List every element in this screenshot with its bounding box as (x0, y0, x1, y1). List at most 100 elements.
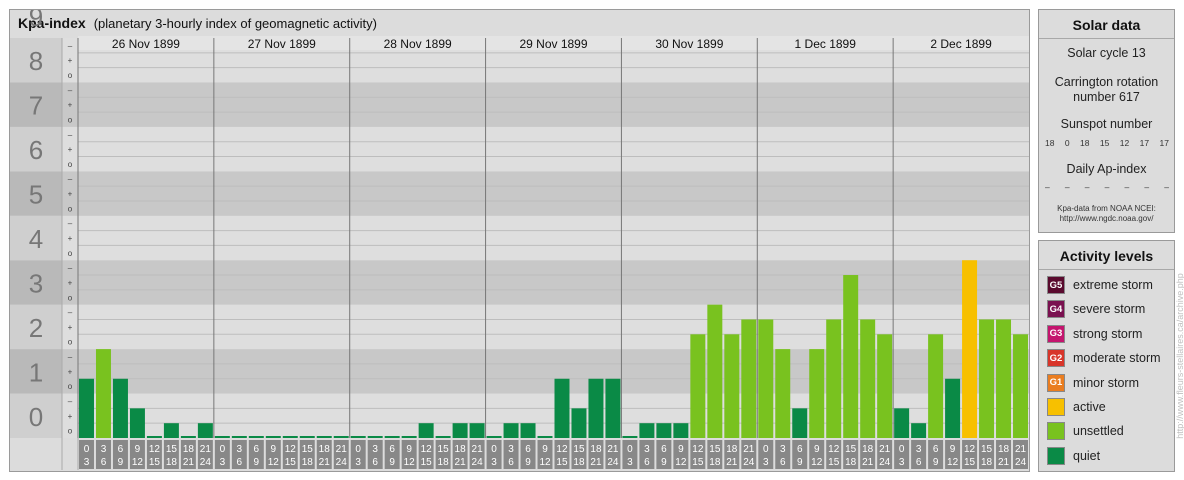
interval-start-label: 21 (200, 444, 212, 455)
interval-start-label: 6 (661, 444, 667, 455)
kp-bar (537, 436, 553, 438)
interval-end-label: 15 (285, 457, 297, 468)
interval-start-label: 21 (607, 444, 619, 455)
interval-start-label: 0 (627, 444, 633, 455)
interval-end-label: 12 (268, 457, 280, 468)
interval-start-label: 15 (166, 444, 178, 455)
ap-value: – (1084, 182, 1090, 192)
source-link[interactable]: http://www.ngdc.noaa.gov/ (1039, 214, 1174, 223)
y-minor-tick: o (68, 293, 73, 302)
interval-end-label: 15 (149, 457, 161, 468)
interval-start-label: 3 (508, 444, 514, 455)
interval-start-label: 12 (692, 444, 704, 455)
kp-bar (79, 378, 94, 438)
kp-bar (350, 436, 366, 438)
legend-item: active (1047, 397, 1106, 417)
interval-start-label: 21 (336, 444, 348, 455)
y-tick-label: 1 (29, 357, 43, 387)
interval-start-label: 9 (406, 444, 412, 455)
kp-bar (962, 260, 978, 438)
kp-bar (129, 408, 145, 438)
ap-value: – (1064, 182, 1070, 192)
interval-end-label: 6 (101, 457, 107, 468)
interval-end-label: 12 (539, 457, 551, 468)
y-tick-label: 7 (29, 91, 43, 121)
carrington-rotation-line1: Carrington rotation (1054, 75, 1159, 89)
kp-bar (265, 436, 281, 438)
interval-end-label: 15 (421, 457, 433, 468)
divider (1039, 269, 1174, 270)
legend-item: G2 moderate storm (1047, 348, 1161, 368)
interval-start-label: 15 (845, 444, 857, 455)
interval-end-label: 3 (220, 457, 226, 468)
interval-end-label: 24 (472, 457, 484, 468)
interval-start-label: 0 (84, 444, 90, 455)
interval-end-label: 9 (933, 457, 939, 468)
kp-bar (112, 378, 128, 438)
legend-label: minor storm (1073, 375, 1139, 390)
interval-end-label: 24 (1015, 457, 1027, 468)
interval-start-label: 15 (981, 444, 993, 455)
interval-start-label: 3 (644, 444, 650, 455)
interval-start-label: 21 (472, 444, 484, 455)
y-tick-label: 4 (29, 224, 43, 254)
y-tick-label: 5 (29, 180, 43, 210)
kp-bar (979, 319, 995, 438)
legend-item: G1 minor storm (1047, 373, 1139, 393)
interval-start-label: 0 (763, 444, 769, 455)
kp-bar (911, 423, 927, 438)
kp-band (62, 260, 1029, 305)
y-minor-tick: o (68, 71, 73, 80)
kp-bar (996, 319, 1012, 438)
interval-end-label: 12 (675, 457, 687, 468)
interval-end-label: 15 (964, 457, 976, 468)
interval-start-label: 12 (149, 444, 161, 455)
y-minor-tick: o (68, 338, 73, 347)
interval-end-label: 3 (491, 457, 497, 468)
interval-end-label: 9 (525, 457, 531, 468)
kp-bar (741, 319, 757, 438)
interval-start-label: 9 (135, 444, 141, 455)
interval-end-label: 15 (692, 457, 704, 468)
ap-value: – (1164, 182, 1169, 192)
day-label: 29 Nov 1899 (519, 37, 587, 51)
kp-bar (299, 436, 315, 438)
y-minor-tick: + (68, 323, 73, 332)
interval-end-label: 6 (508, 457, 514, 468)
y-tick-label: 0 (29, 402, 43, 432)
sunspot-value: 17 (1159, 138, 1169, 148)
y-minor-tick: + (68, 145, 73, 154)
kp-bar (503, 423, 519, 438)
interval-start-label: 6 (525, 444, 531, 455)
kp-band (62, 126, 1029, 172)
interval-end-label: 21 (998, 457, 1010, 468)
interval-start-label: 3 (237, 444, 243, 455)
kp-bar (809, 349, 825, 438)
interval-start-label: 12 (556, 444, 568, 455)
solar-cycle: Solar cycle 13 (1067, 46, 1146, 60)
interval-start-label: 0 (355, 444, 361, 455)
sunspot-value: 18 (1045, 138, 1055, 148)
kp-bar (588, 378, 604, 438)
kp-bar (384, 436, 400, 438)
kp-bar (554, 378, 570, 438)
y-tick-label: 6 (29, 135, 43, 165)
interval-end-label: 18 (438, 457, 450, 468)
interval-end-label: 6 (644, 457, 650, 468)
kpa-bar-chart: 26 Nov 1899 27 Nov 1899 28 Nov 1899 29 Nov … (10, 10, 1029, 470)
kp-bar (146, 436, 162, 438)
legend-swatch (1047, 446, 1065, 465)
y-tick-label: 3 (29, 268, 43, 298)
kp-bar (486, 436, 502, 438)
y-minor-tick: o (68, 249, 73, 258)
sunspot-values: 18 0 18 15 12 17 17 (1045, 138, 1169, 148)
kp-bar (690, 334, 706, 438)
interval-end-label: 9 (797, 457, 803, 468)
kp-bar (928, 334, 944, 438)
interval-end-label: 18 (709, 457, 721, 468)
legend-item: G4 severe storm (1047, 299, 1145, 319)
interval-end-label: 6 (237, 457, 243, 468)
interval-end-label: 24 (200, 457, 212, 468)
interval-end-label: 24 (743, 457, 755, 468)
interval-end-label: 21 (455, 457, 467, 468)
